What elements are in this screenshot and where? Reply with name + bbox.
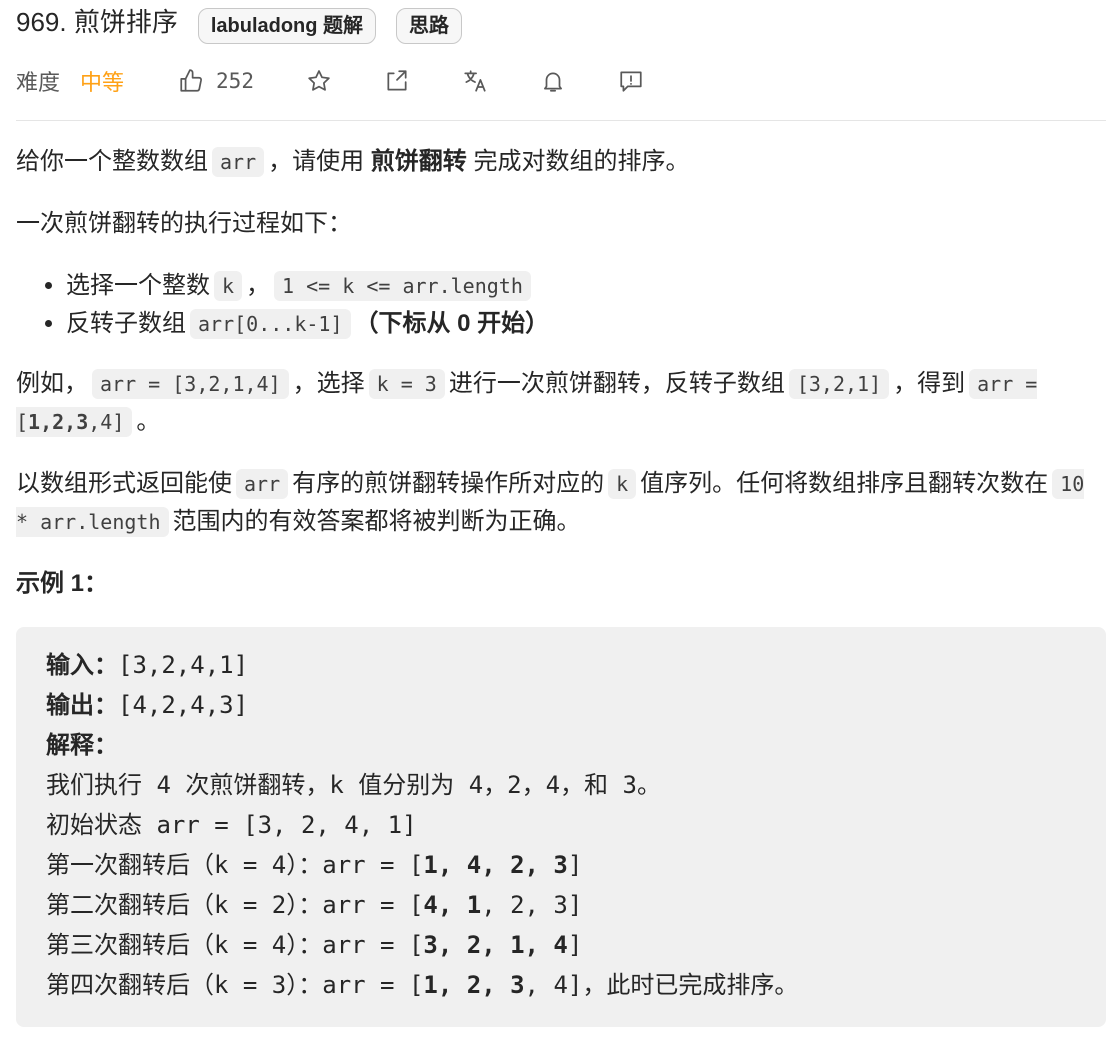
text: 。 [136,408,161,435]
meta-row: 难度 中等 252 [16,52,1106,110]
text: , 2, 3] [481,891,583,919]
paragraph-return: 以数组形式返回能使 arr 有序的煎饼翻转操作所对应的 k 值序列。任何将数组排序且翻转… [16,465,1106,541]
text: 第四次翻转后（k = 3）：arr = [ [46,971,424,999]
inline-code: 1 <= k <= arr.length [274,271,531,301]
example-explain-line: 我们执行 4 次煎饼翻转，k 值分别为 4，2，4，和 3。 [46,771,661,799]
text: ，得到 [893,370,966,397]
example-step-4: 第四次翻转后（k = 3）：arr = [1, 2, 3, 4]，此时已完成排序… [46,965,1076,1005]
difficulty-label: 难度 [16,70,61,95]
bold-text: 3, 2, 1, 4 [423,931,568,959]
text: 值序列。任何将数组排序且翻转次数在 [640,470,1049,497]
bell-icon [543,72,562,92]
example-output: 输出：[4,2,4,3] [46,685,1076,725]
bold-text: （下标从 0 开始） [354,310,550,337]
text: 完成对数组的排序。 [473,148,690,175]
value: [4,2,4,3] [118,691,249,719]
tag-approach[interactable]: 思路 [396,8,463,44]
text: 第二次翻转后（k = 2）：arr = [ [46,891,424,919]
value: [3,2,4,1] [118,651,249,679]
code-bold: 1,2,3 [28,410,89,434]
divider [16,120,1106,121]
inline-code: [3,2,1] [788,369,890,399]
translate-icon [464,70,486,92]
example-init-line: 初始状态 arr = [3, 2, 4, 1] [46,811,417,839]
example-step-1: 第一次翻转后（k = 4）：arr = [1, 4, 2, 3] [46,845,1076,885]
inline-code: k = 3 [368,369,445,399]
paragraph-example: 例如， arr = [3,2,1,4] ，选择 k = 3 进行一次煎饼翻转，反转子数组… [16,365,1106,441]
example-explain-label: 解释： [46,725,1076,765]
example-step-2: 第二次翻转后（k = 2）：arr = [4, 1, 2, 3] [46,885,1076,925]
code-text: ,4] [88,410,125,434]
text: ] [567,931,583,959]
share-icon [387,70,407,91]
example-step-3: 第三次翻转后（k = 4）：arr = [3, 2, 1, 4] [46,925,1076,965]
translate-button[interactable] [462,68,488,94]
text: 第三次翻转后（k = 4）：arr = [ [46,931,424,959]
bold-text: 4, 1 [423,891,482,919]
text: ， [246,272,271,299]
paragraph-steps-intro: 一次煎饼翻转的执行过程如下： [16,210,352,237]
feedback-icon [620,71,642,92]
inline-code: k [214,271,243,301]
thumbs-up-icon [180,69,203,92]
favorite-button[interactable] [306,68,332,94]
example-code-block: 输入：[3,2,4,1] 输出：[4,2,4,3] 解释： 我们执行 4 次煎饼… [16,627,1106,1027]
inline-code: arr[0...k-1] [190,309,351,339]
text: 进行一次煎饼翻转，反转子数组 [448,370,785,397]
example-title: 示例 1： [16,570,109,597]
text: ，请使用 [268,148,365,175]
list-item: 反转子数组arr[0...k-1]（下标从 0 开始） [66,305,1106,343]
label: 输入： [46,651,118,679]
notify-button[interactable] [540,68,566,94]
text: ] [567,851,583,879]
text: ，选择 [292,370,365,397]
text: 以数组形式返回能使 [16,470,232,497]
inline-code: arr [212,147,265,177]
example-input: 输入：[3,2,4,1] [46,645,1076,685]
title-row: 969. 煎饼排序 labuladong 题解 思路 [16,0,1106,52]
star-icon [308,70,330,91]
inline-code: k [608,469,637,499]
like-count: 252 [216,69,254,93]
inline-code: arr = [3,2,1,4] [92,369,289,399]
list-item: 选择一个整数k，1 <= k <= arr.length [66,267,1106,305]
problem-title: 969. 煎饼排序 [16,7,178,37]
bold-text: 1, 4, 2, 3 [423,851,568,879]
problem-description: 给你一个整数数组 arr ，请使用 煎饼翻转 完成对数组的排序。 一次煎饼翻转的执行… [16,143,1106,1027]
steps-list: 选择一个整数k，1 <= k <= arr.length 反转子数组arr[0.… [16,267,1106,343]
text: 第一次翻转后（k = 4）：arr = [ [46,851,424,879]
paragraph-intro: 给你一个整数数组 arr ，请使用 煎饼翻转 完成对数组的排序。 [16,143,1106,181]
text: 给你一个整数数组 [16,148,208,175]
share-button[interactable] [384,68,410,94]
label: 解释： [46,731,118,759]
label: 输出： [46,691,118,719]
tag-labuladong-solution[interactable]: labuladong 题解 [197,8,377,44]
feedback-button[interactable] [618,68,644,94]
bold-term: 煎饼翻转 [370,148,467,175]
difficulty-value: 中等 [80,70,125,95]
inline-code: arr [236,469,289,499]
text: 例如， [16,370,88,397]
text: 选择一个整数 [66,272,210,299]
bold-text: 1, 2, 3 [423,971,525,999]
text: 有序的煎饼翻转操作所对应的 [292,470,605,497]
problem-panel: 969. 煎饼排序 labuladong 题解 思路 难度 中等 252 给你一… [16,0,1106,1027]
text: 反转子数组 [66,310,186,337]
text: 范围内的有效答案都将被判断为正确。 [172,508,581,535]
like-button[interactable]: 252 [178,68,254,94]
text: , 4]，此时已完成排序。 [524,971,799,999]
